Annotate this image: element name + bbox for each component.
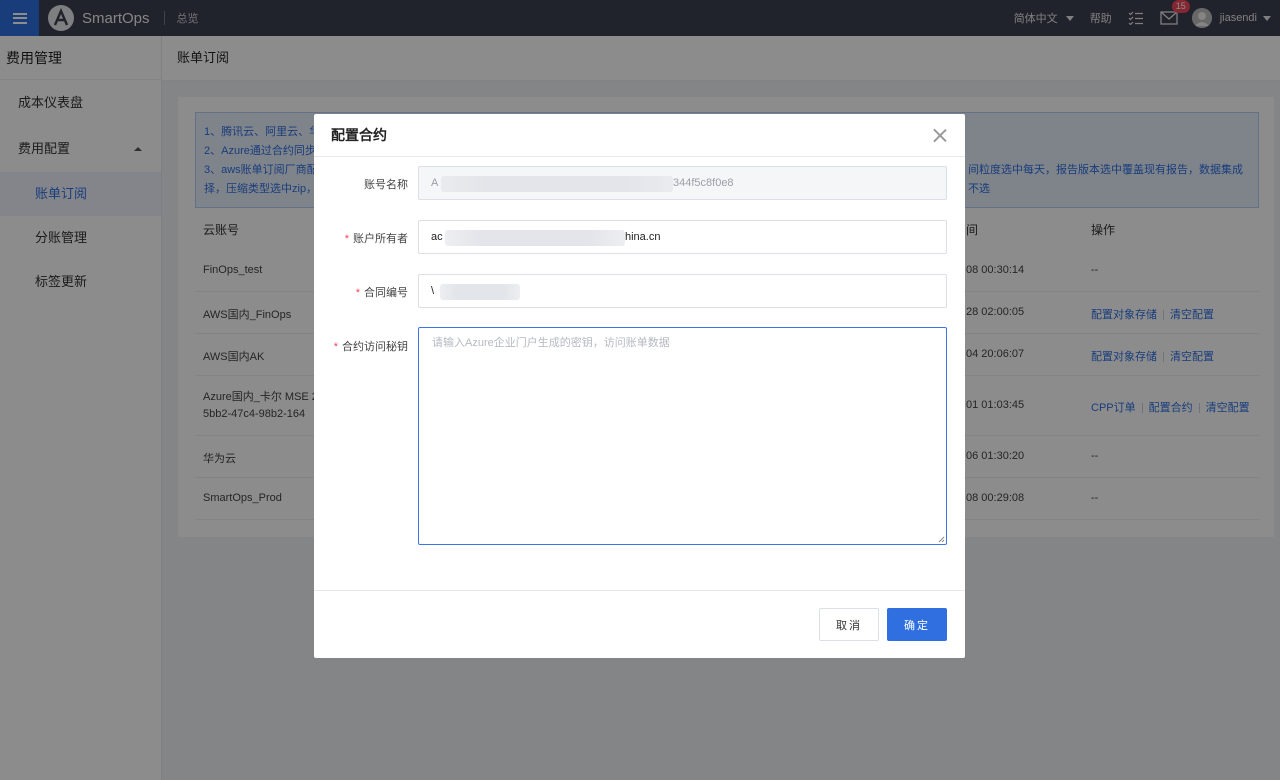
cancel-button[interactable]: 取消	[819, 608, 879, 641]
owner-input[interactable]: ac hina.cn	[418, 220, 947, 254]
account-name-suffix: 344f5c8f0e8	[673, 177, 734, 189]
resize-handle-icon[interactable]	[938, 536, 945, 543]
secret-key-label: * 合约访问秘钥	[333, 341, 408, 353]
owner-prefix: ac	[431, 231, 443, 243]
redacted-mask	[440, 284, 520, 300]
account-name-field: A 344f5c8f0e8	[418, 166, 947, 200]
account-name-label: 账号名称	[364, 179, 408, 191]
dialog-title: 配置合约	[331, 127, 387, 143]
redacted-mask	[441, 176, 673, 192]
contract-number-prefix: \	[431, 285, 435, 297]
owner-label: * 账户所有者	[344, 233, 408, 245]
contract-number-label: * 合同编号	[355, 287, 408, 299]
secret-key-textarea[interactable]	[418, 327, 947, 545]
redacted-mask	[445, 230, 625, 246]
dialog-header: 配置合约	[314, 114, 965, 157]
account-name-prefix: A	[431, 177, 439, 189]
contract-number-input[interactable]: \	[418, 274, 947, 308]
confirm-button[interactable]: 确定	[887, 608, 947, 641]
owner-suffix: hina.cn	[625, 231, 661, 243]
close-icon[interactable]	[933, 128, 947, 142]
dialog-footer: 取消 确定	[314, 590, 965, 658]
configure-contract-dialog: 配置合约 账号名称 A 344f5c8f0e8 * 账户所有者 ac hina.c…	[314, 114, 965, 658]
